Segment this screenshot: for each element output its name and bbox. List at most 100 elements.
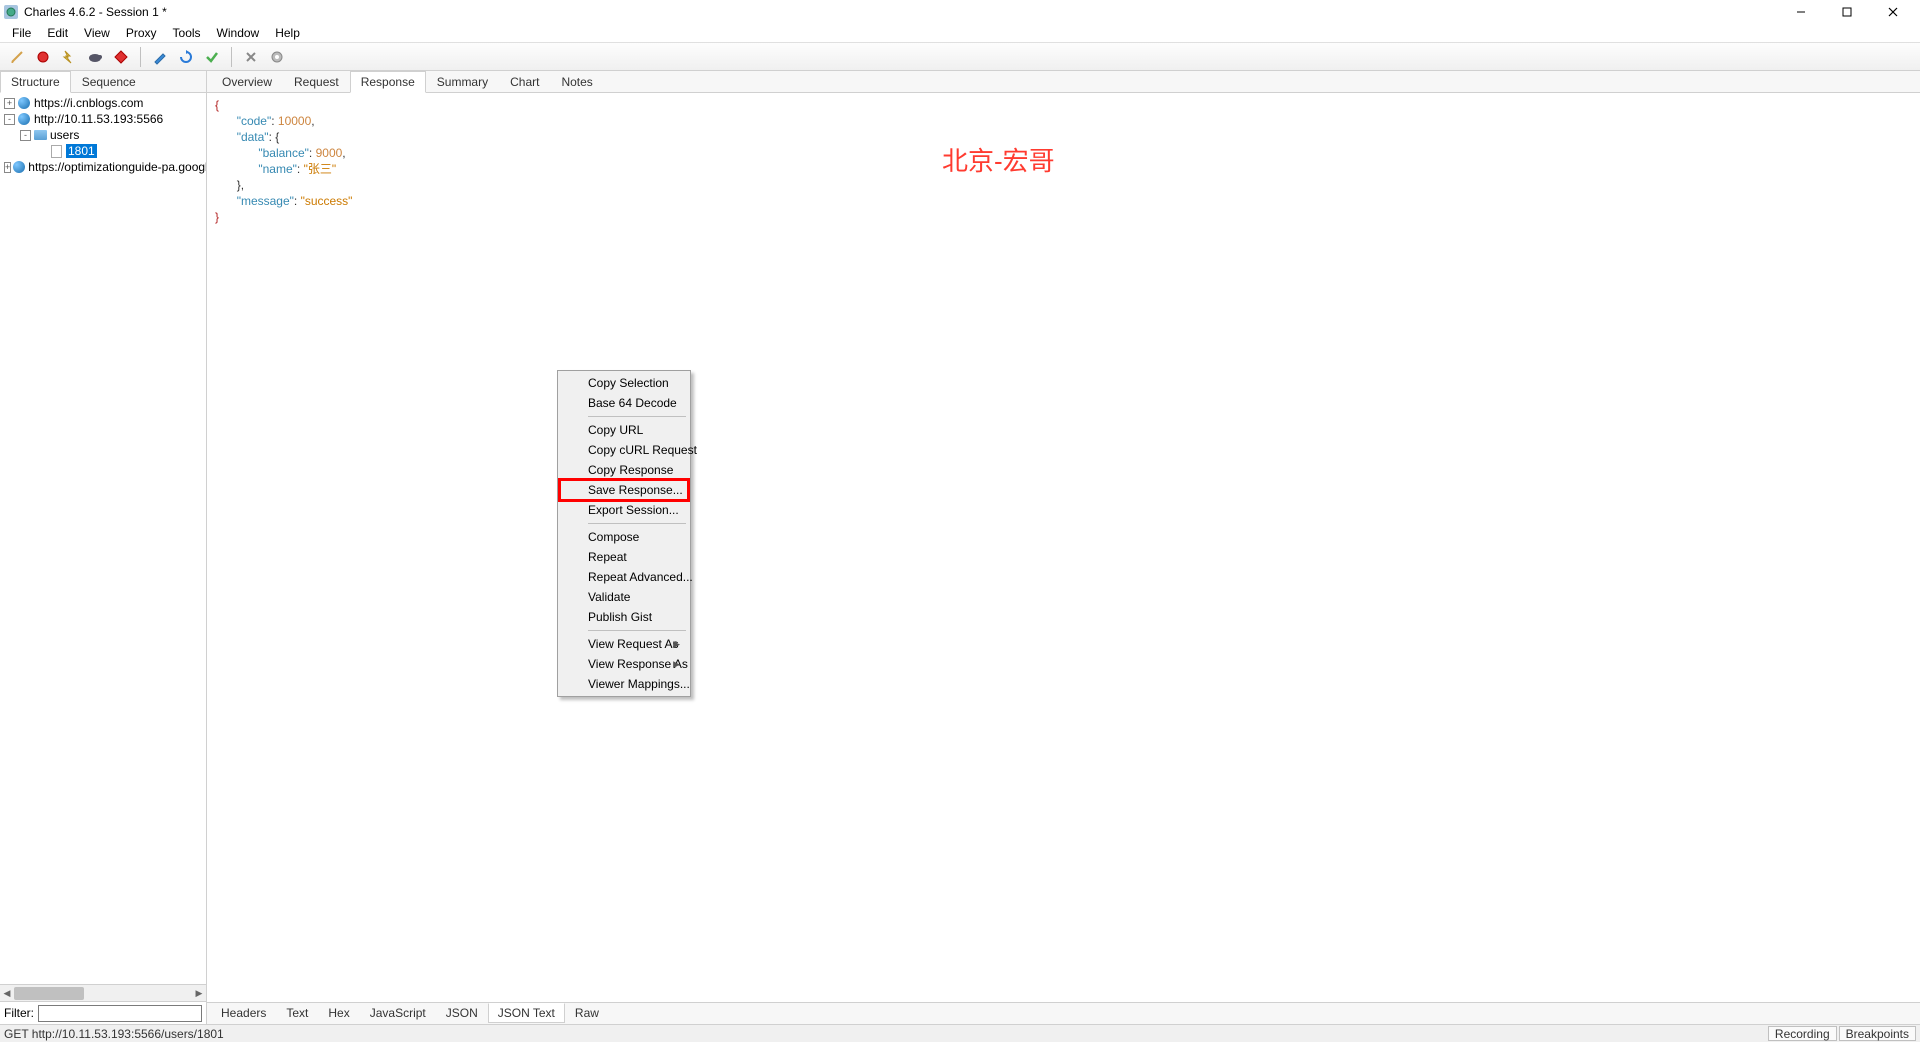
globe-icon [13,160,25,174]
menu-help[interactable]: Help [267,24,308,42]
menu-separator [588,630,686,631]
menu-proxy[interactable]: Proxy [118,24,165,42]
menu-view[interactable]: View [76,24,118,42]
menu-item-copy-curl-request[interactable]: Copy cURL Request [560,440,688,460]
filter-input[interactable] [38,1005,202,1022]
breakpoints-icon[interactable] [110,46,132,68]
menu-item-export-session[interactable]: Export Session... [560,500,688,520]
status-text: GET http://10.11.53.193:5566/users/1801 [4,1027,224,1041]
check-icon[interactable] [201,46,223,68]
menu-item-save-response[interactable]: Save Response... [560,480,688,500]
watermark-text: 北京-宏哥 [942,153,1055,169]
tab-request[interactable]: Request [283,71,350,92]
scroll-left-arrow[interactable]: ◀ [0,985,14,1002]
tab-json-text[interactable]: JSON Text [488,1003,565,1023]
json-key: "code" [237,114,272,128]
toolbar-separator [140,47,141,67]
menu-tools[interactable]: Tools [165,24,209,42]
context-menu: Copy SelectionBase 64 DecodeCopy URLCopy… [557,370,691,697]
structure-tree[interactable]: +https://i.cnblogs.com-http://10.11.53.1… [0,93,206,984]
menu-item-base-64-decode[interactable]: Base 64 Decode [560,393,688,413]
tab-response[interactable]: Response [350,71,426,93]
turtle-icon[interactable] [84,46,106,68]
status-recording[interactable]: Recording [1768,1026,1837,1041]
tree-label: https://optimizationguide-pa.googlea [28,160,206,174]
tab-raw[interactable]: Raw [565,1004,609,1023]
tab-json[interactable]: JSON [436,1004,488,1023]
tree-row[interactable]: + https://optimizationguide-pa.googlea [0,159,206,175]
tab-notes[interactable]: Notes [550,71,603,92]
menu-item-copy-url[interactable]: Copy URL [560,420,688,440]
settings-icon[interactable] [266,46,288,68]
folder-icon [33,128,47,142]
tab-javascript[interactable]: JavaScript [360,1004,436,1023]
menu-window[interactable]: Window [209,24,268,42]
menu-item-view-request-as[interactable]: View Request As▶ [560,634,688,654]
tab-summary[interactable]: Summary [426,71,499,92]
menu-bar: File Edit View Proxy Tools Window Help [0,23,1920,43]
json-number: 10000 [278,114,311,128]
tab-text[interactable]: Text [276,1004,318,1023]
title-bar: Charles 4.6.2 - Session 1 * [0,0,1920,23]
json-key: "message" [237,194,294,208]
tab-overview[interactable]: Overview [211,71,283,92]
tree-row[interactable]: - http://10.11.53.193:5566 [0,111,206,127]
submenu-arrow-icon: ▶ [673,656,680,672]
menu-item-repeat-advanced[interactable]: Repeat Advanced... [560,567,688,587]
tree-row[interactable]: 1801 [0,143,206,159]
menu-item-copy-response[interactable]: Copy Response [560,460,688,480]
record-icon[interactable] [32,46,54,68]
tree-row[interactable]: -users [0,127,206,143]
toolbar [0,43,1920,71]
menu-edit[interactable]: Edit [39,24,76,42]
tree-label: http://10.11.53.193:5566 [34,112,163,126]
toolbar-separator [231,47,232,67]
json-string: "success" [301,194,353,208]
right-tabs: Overview Request Response Summary Chart … [207,71,1920,93]
expander-icon[interactable]: + [4,162,11,173]
menu-item-repeat[interactable]: Repeat [560,547,688,567]
maximize-button[interactable] [1824,0,1870,23]
window-controls [1778,0,1916,23]
menu-item-validate[interactable]: Validate [560,587,688,607]
json-brace: } [215,210,219,224]
menu-file[interactable]: File [4,24,39,42]
menu-item-view-response-as[interactable]: View Response As▶ [560,654,688,674]
json-key: "name" [258,162,297,176]
menu-item-copy-selection[interactable]: Copy Selection [560,373,688,393]
tree-label: 1801 [66,144,97,158]
close-button[interactable] [1870,0,1916,23]
tools-icon[interactable] [240,46,262,68]
window-title: Charles 4.6.2 - Session 1 * [24,5,1778,19]
tab-chart[interactable]: Chart [499,71,550,92]
menu-item-viewer-mappings[interactable]: Viewer Mappings... [560,674,688,694]
tree-label: https://i.cnblogs.com [34,96,143,110]
tab-structure[interactable]: Structure [0,71,71,93]
filter-label: Filter: [4,1006,34,1020]
left-tabs: Structure Sequence [0,71,206,93]
tab-sequence[interactable]: Sequence [71,71,147,92]
throttle-off-icon[interactable] [58,46,80,68]
file-icon [49,144,63,158]
menu-separator [588,416,686,417]
tab-hex[interactable]: Hex [318,1004,359,1023]
expander-icon[interactable]: - [20,130,31,141]
scroll-right-arrow[interactable]: ▶ [192,985,206,1002]
refresh-icon[interactable] [175,46,197,68]
tree-row[interactable]: + https://i.cnblogs.com [0,95,206,111]
json-string: "张三" [304,162,337,176]
response-body[interactable]: { "code": 10000, "data": { "balance": 90… [207,93,1920,1002]
bottom-tabs: Headers Text Hex JavaScript JSON JSON Te… [207,1002,1920,1024]
scroll-thumb[interactable] [14,987,84,1000]
menu-item-publish-gist[interactable]: Publish Gist [560,607,688,627]
json-key: "data" [237,130,269,144]
tab-headers[interactable]: Headers [211,1004,276,1023]
horizontal-scrollbar[interactable]: ◀ ▶ [0,984,206,1001]
menu-item-compose[interactable]: Compose [560,527,688,547]
pencil-icon[interactable] [149,46,171,68]
expander-icon[interactable]: - [4,114,15,125]
status-breakpoints[interactable]: Breakpoints [1839,1026,1916,1041]
broom-icon[interactable] [6,46,28,68]
minimize-button[interactable] [1778,0,1824,23]
expander-icon[interactable]: + [4,98,15,109]
